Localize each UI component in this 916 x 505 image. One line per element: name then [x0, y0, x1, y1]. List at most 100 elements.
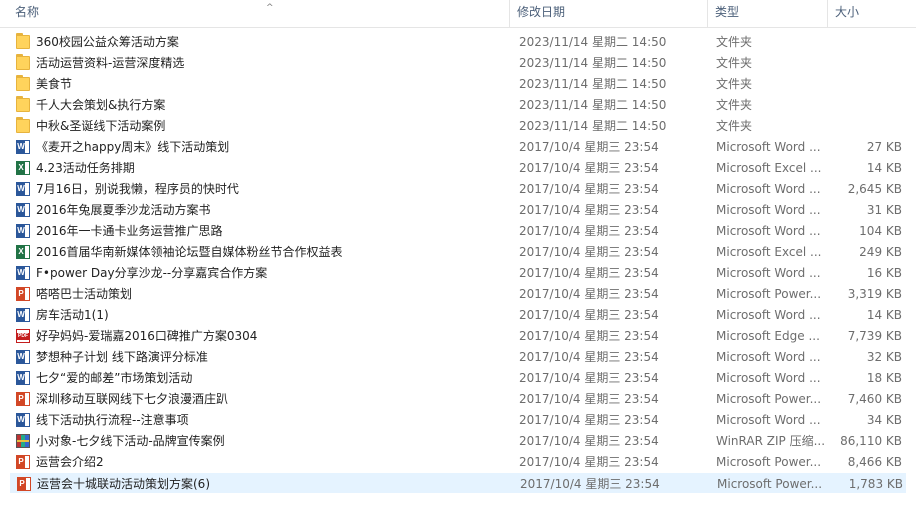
word-icon — [16, 203, 30, 217]
word-icon — [16, 413, 30, 427]
file-row[interactable]: 2016年兔展夏季沙龙活动方案书 2017/10/4 星期三 23:54 Micro… — [10, 200, 906, 220]
file-date: 2017/10/4 星期三 23:54 — [519, 392, 659, 406]
file-type: Microsoft Word ... — [716, 413, 821, 427]
column-type-label: 类型 — [715, 5, 740, 19]
file-date: 2017/10/4 星期三 23:54 — [519, 140, 659, 154]
word-icon — [16, 140, 30, 154]
file-type: Microsoft Power... — [716, 392, 822, 406]
file-name: 线下活动执行流程--注意事项 — [36, 413, 189, 427]
file-type: Microsoft Excel ... — [716, 245, 822, 259]
file-type: Microsoft Word ... — [716, 350, 821, 364]
folder-icon — [16, 54, 30, 70]
file-name: 深圳移动互联网线下七夕浪漫酒庄趴 — [36, 392, 229, 406]
file-type: 文件夹 — [716, 56, 753, 70]
file-size: 31 KB — [866, 203, 902, 217]
file-name: 2016年一卡通卡业务运营推广思路 — [36, 224, 223, 238]
file-size: 32 KB — [866, 350, 902, 364]
file-row[interactable]: 嗒嗒巴士活动策划 2017/10/4 星期三 23:54 Microsoft Pow… — [10, 284, 906, 304]
file-name: F•power Day分享沙龙--分享嘉宾合作方案 — [36, 266, 268, 280]
ppt-icon — [16, 455, 30, 469]
file-row[interactable]: 4.23活动任务排期 2017/10/4 星期三 23:54 Microsoft E… — [10, 158, 906, 178]
file-row[interactable]: 七夕“爱的邮差”市场策划活动 2017/10/4 星期三 23:54 Microso… — [10, 368, 906, 388]
file-name: 活动运营资料-运营深度精选 — [36, 56, 185, 70]
file-name: 中秋&圣诞线下活动案例 — [36, 119, 166, 133]
file-date: 2017/10/4 星期三 23:54 — [519, 413, 659, 427]
column-date[interactable]: 修改日期 — [512, 0, 708, 27]
file-name: 运营会十城联动活动策划方案(6) — [37, 477, 210, 491]
file-size: 2,645 KB — [847, 182, 902, 196]
file-row[interactable]: 运营会十城联动活动策划方案(6) 2017/10/4 星期三 23:54 Micro… — [10, 473, 906, 493]
file-row[interactable]: 7月16日，别说我懒，程序员的快时代 2017/10/4 星期三 23:54 Mic… — [10, 179, 906, 199]
file-date: 2017/10/4 星期三 23:54 — [519, 266, 659, 280]
excel-icon — [16, 161, 30, 175]
file-type: 文件夹 — [716, 77, 753, 91]
file-size: 249 KB — [859, 245, 902, 259]
file-name: 梦想种子计划 线下路演评分标准 — [36, 350, 208, 364]
file-date: 2017/10/4 星期三 23:54 — [519, 308, 659, 322]
folder-icon — [16, 96, 30, 112]
file-row[interactable]: 美食节 2023/11/14 星期二 14:50 文件夹 — [10, 74, 906, 94]
file-date: 2017/10/4 星期三 23:54 — [519, 287, 659, 301]
file-row[interactable]: 《麦开之happy周末》线下活动策划 2017/10/4 星期三 23:54 Mic… — [10, 137, 906, 157]
file-type: Microsoft Word ... — [716, 140, 821, 154]
file-row[interactable]: 小对象-七夕线下活动-品牌宣传案例 2017/10/4 星期三 23:54 WinR… — [10, 431, 906, 451]
file-name: 美食节 — [36, 77, 73, 91]
file-row[interactable]: 2016年一卡通卡业务运营推广思路 2017/10/4 星期三 23:54 Micr… — [10, 221, 906, 241]
file-size: 7,460 KB — [847, 392, 902, 406]
file-row[interactable]: 好孕妈妈-爱瑞嘉2016口碑推广方案0304 2017/10/4 星期三 23:5… — [10, 326, 906, 346]
file-name: 2016首届华南新媒体领袖论坛暨自媒体粉丝节合作权益表 — [36, 245, 343, 259]
file-name: 运营会介绍2 — [36, 455, 104, 469]
folder-icon — [16, 117, 30, 133]
file-row[interactable]: 运营会介绍2 2017/10/4 星期三 23:54 Microsoft Power… — [10, 452, 906, 472]
file-type: Microsoft Excel ... — [716, 161, 822, 175]
file-name: 《麦开之happy周末》线下活动策划 — [36, 140, 230, 154]
sort-ascending-icon: ^ — [266, 3, 274, 13]
file-name: 4.23活动任务排期 — [36, 161, 135, 175]
file-row[interactable]: 房车活动1(1) 2017/10/4 星期三 23:54 Microsoft Wor… — [10, 305, 906, 325]
file-row[interactable]: 线下活动执行流程--注意事项 2017/10/4 星期三 23:54 Microso… — [10, 410, 906, 430]
column-date-label: 修改日期 — [517, 5, 566, 19]
file-row[interactable]: 深圳移动互联网线下七夕浪漫酒庄趴 2017/10/4 星期三 23:54 Micro… — [10, 389, 906, 409]
file-row[interactable]: 千人大会策划&执行方案 2023/11/14 星期二 14:50 文件夹 — [10, 95, 906, 115]
file-size: 18 KB — [866, 371, 902, 385]
file-type: Microsoft Power... — [717, 477, 823, 491]
file-row[interactable]: 梦想种子计划 线下路演评分标准 2017/10/4 星期三 23:54 Micros… — [10, 347, 906, 367]
column-type[interactable]: 类型 — [710, 0, 828, 27]
ppt-icon — [16, 287, 30, 301]
file-row[interactable]: F•power Day分享沙龙--分享嘉宾合作方案 2017/10/4 星期三 2… — [10, 263, 906, 283]
file-name: 360校园公益众筹活动方案 — [36, 35, 179, 49]
file-row[interactable]: 360校园公益众筹活动方案 2023/11/14 星期二 14:50 文件夹 — [10, 32, 906, 52]
file-size: 104 KB — [859, 224, 902, 238]
file-size: 14 KB — [866, 308, 902, 322]
file-row[interactable]: 活动运营资料-运营深度精选 2023/11/14 星期二 14:50 文件夹 — [10, 53, 906, 73]
file-type: 文件夹 — [716, 35, 753, 49]
file-date: 2017/10/4 星期三 23:54 — [519, 182, 659, 196]
rar-icon — [16, 434, 30, 448]
folder-icon — [16, 33, 30, 49]
file-date: 2017/10/4 星期三 23:54 — [520, 477, 660, 491]
ppt-icon — [16, 392, 30, 406]
file-size: 7,739 KB — [847, 329, 902, 343]
file-name: 2016年兔展夏季沙龙活动方案书 — [36, 203, 211, 217]
word-icon — [16, 266, 30, 280]
file-date: 2017/10/4 星期三 23:54 — [519, 161, 659, 175]
column-name-label: 名称 — [15, 5, 40, 19]
file-type: Microsoft Word ... — [716, 308, 821, 322]
word-icon — [16, 350, 30, 364]
file-name: 7月16日，别说我懒，程序员的快时代 — [36, 182, 239, 196]
file-row[interactable]: 中秋&圣诞线下活动案例 2023/11/14 星期二 14:50 文件夹 — [10, 116, 906, 136]
column-size-label: 大小 — [835, 5, 860, 19]
column-size[interactable]: 大小 — [830, 0, 916, 27]
ppt-icon — [17, 477, 31, 491]
file-type: Microsoft Word ... — [716, 182, 821, 196]
file-name: 小对象-七夕线下活动-品牌宣传案例 — [36, 434, 225, 448]
file-date: 2017/10/4 星期三 23:54 — [519, 203, 659, 217]
column-name[interactable]: 名称 ^ — [10, 0, 510, 27]
excel-icon — [16, 245, 30, 259]
file-date: 2023/11/14 星期二 14:50 — [519, 98, 667, 112]
column-header: 名称 ^ 修改日期 类型 大小 — [0, 0, 916, 28]
file-type: WinRAR ZIP 压缩... — [716, 434, 826, 448]
file-type: Microsoft Word ... — [716, 266, 821, 280]
file-date: 2023/11/14 星期二 14:50 — [519, 56, 667, 70]
file-row[interactable]: 2016首届华南新媒体领袖论坛暨自媒体粉丝节合作权益表 2017/10/4 星期三… — [10, 242, 906, 262]
